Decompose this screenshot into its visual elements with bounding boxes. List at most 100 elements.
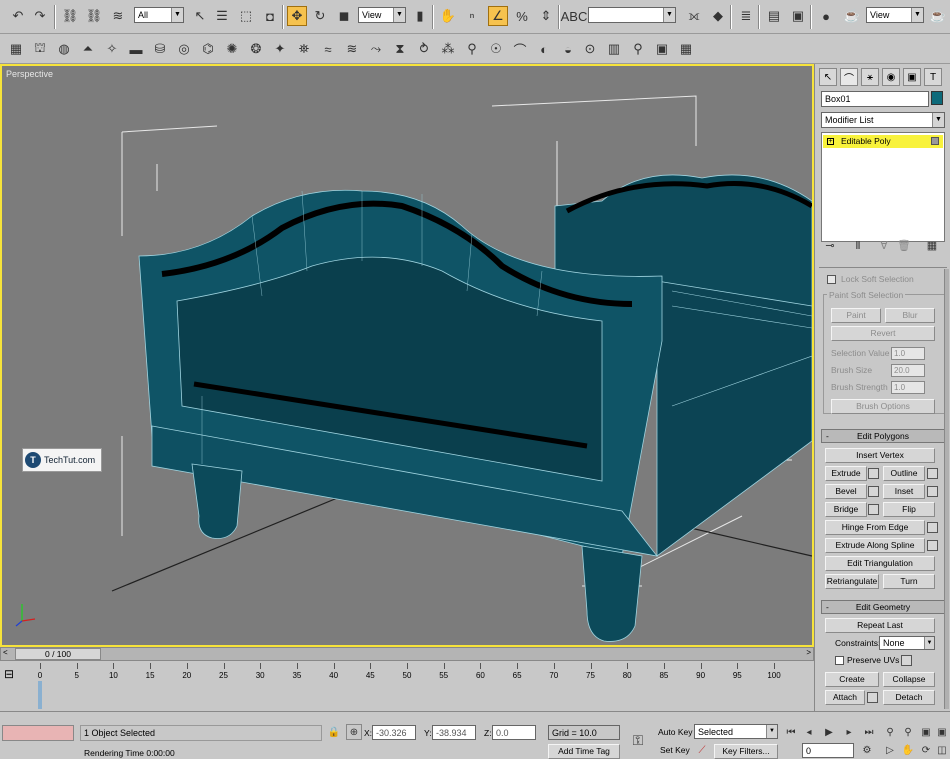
outline-settings-icon[interactable] bbox=[927, 468, 938, 479]
zoom-all-icon[interactable]: ⚲ bbox=[900, 724, 916, 740]
display-tab-icon[interactable]: ▣ bbox=[903, 68, 921, 86]
zoom-extents-all-icon[interactable]: ▣ bbox=[934, 724, 950, 740]
sphere-icon[interactable]: ◍ bbox=[54, 39, 74, 59]
edit-named-selection-icon[interactable]: ABC bbox=[561, 6, 588, 26]
bind-space-warp-icon[interactable]: ≋ bbox=[108, 6, 128, 26]
track-bar-icon[interactable]: ⊟ bbox=[4, 667, 24, 683]
paint-button[interactable]: Paint bbox=[831, 308, 881, 323]
snap-toggle-icon[interactable]: ⁿ bbox=[462, 6, 482, 26]
brush-size-input[interactable]: 20.0 bbox=[891, 364, 925, 377]
spotlight-icon[interactable]: ⛯ bbox=[294, 39, 314, 59]
bridge-settings-icon[interactable] bbox=[868, 504, 879, 515]
bevel-settings-icon[interactable] bbox=[868, 486, 879, 497]
key-mode-dropdown[interactable]: Selected ▼ bbox=[694, 724, 778, 739]
material-icon[interactable]: ◐ bbox=[534, 39, 554, 59]
star-icon[interactable]: ✧ bbox=[102, 39, 122, 59]
teapot-icon[interactable]: ⛫ bbox=[30, 39, 50, 59]
preserve-uvs-checkbox[interactable] bbox=[835, 656, 844, 665]
hinge-settings-icon[interactable] bbox=[927, 522, 938, 533]
bevel-button[interactable]: Bevel bbox=[825, 484, 867, 499]
named-selection-sets-dropdown[interactable]: ▼ bbox=[588, 7, 676, 23]
constraints-dropdown[interactable]: None ▼ bbox=[879, 636, 935, 650]
inset-settings-icon[interactable] bbox=[927, 486, 938, 497]
stack-toggle-icon[interactable] bbox=[931, 137, 939, 145]
extrude-along-spline-button[interactable]: Extrude Along Spline bbox=[825, 538, 925, 553]
extrude-spline-settings-icon[interactable] bbox=[927, 540, 938, 551]
quick-render-icon[interactable]: ☕ bbox=[928, 6, 948, 26]
hierarchy-tab-icon[interactable]: ⚹ bbox=[861, 68, 879, 86]
brush-strength-input[interactable]: 1.0 bbox=[891, 381, 925, 394]
plane-icon[interactable]: ▬ bbox=[126, 39, 146, 59]
z-coordinate-input[interactable]: 0.0 bbox=[492, 725, 536, 740]
physique-icon[interactable]: ☉ bbox=[486, 39, 506, 59]
cone-icon[interactable]: ⏶ bbox=[78, 39, 98, 59]
create-button[interactable]: Create bbox=[825, 672, 879, 687]
noise-icon[interactable]: ⁂ bbox=[438, 39, 458, 59]
render-scene-icon[interactable]: ☕ bbox=[842, 6, 862, 26]
bend-icon[interactable]: ⤳ bbox=[366, 39, 386, 59]
perspective-viewport[interactable]: Perspective T TechTut.com bbox=[0, 64, 814, 647]
selection-filter-dropdown[interactable]: All ▼ bbox=[134, 7, 184, 23]
tube-icon[interactable]: ◎ bbox=[174, 39, 194, 59]
key-filters-button[interactable]: Key Filters... bbox=[714, 744, 778, 759]
percent-snap-icon[interactable]: % bbox=[512, 6, 532, 26]
object-color-swatch[interactable] bbox=[931, 91, 943, 105]
extrude-settings-icon[interactable] bbox=[868, 468, 879, 479]
revert-button[interactable]: Revert bbox=[831, 326, 935, 341]
create-tab-icon[interactable]: ↖ bbox=[819, 68, 837, 86]
zoom-viewport-icon[interactable]: ⚲ bbox=[882, 724, 898, 740]
torus-knot-icon[interactable]: ✺ bbox=[222, 39, 242, 59]
panel-scrollbar[interactable] bbox=[944, 269, 949, 709]
pivot-center-icon[interactable]: ▮ bbox=[410, 6, 430, 26]
stack-item-editable-poly[interactable]: + Editable Poly bbox=[823, 135, 943, 148]
bone-icon[interactable]: ⚲ bbox=[462, 39, 482, 59]
pin-stack-icon[interactable]: ⊸ bbox=[821, 236, 839, 254]
selection-value-input[interactable]: 1.0 bbox=[891, 347, 925, 360]
edit-geometry-rollout[interactable]: - Edit Geometry bbox=[821, 600, 945, 614]
go-to-end-icon[interactable]: ⏭ bbox=[860, 724, 878, 740]
maxscript-listener[interactable] bbox=[2, 725, 74, 741]
modifier-list-dropdown[interactable]: Modifier List ▼ bbox=[821, 112, 945, 128]
extrude-button[interactable]: Extrude bbox=[825, 466, 867, 481]
time-slider[interactable]: < 0 / 100 > bbox=[0, 647, 814, 661]
window-crossing-icon[interactable]: ◘ bbox=[260, 6, 280, 26]
cylinder-icon[interactable]: ⛁ bbox=[150, 39, 170, 59]
select-by-name-icon[interactable]: ☰ bbox=[212, 6, 232, 26]
set-key-label[interactable]: Set Key bbox=[660, 745, 690, 755]
lock-soft-selection-checkbox[interactable] bbox=[827, 275, 836, 284]
next-frame-icon[interactable]: ▸ bbox=[840, 724, 858, 740]
preserve-uvs-settings-icon[interactable] bbox=[901, 655, 912, 666]
time-slider-thumb[interactable]: 0 / 100 bbox=[15, 648, 101, 660]
insert-vertex-button[interactable]: Insert Vertex bbox=[825, 448, 935, 463]
show-end-result-icon[interactable]: Ⅱ bbox=[849, 236, 867, 254]
box-icon[interactable]: ▦ bbox=[6, 39, 26, 59]
helix-icon[interactable]: ⌬ bbox=[198, 39, 218, 59]
track-bar[interactable]: ⊟ 0 5 10 15 20 25 30 35 40 45 50 55 60 65 70 75 80 85 90 95… bbox=[0, 663, 814, 711]
render-type-dropdown[interactable]: View ▼ bbox=[866, 7, 924, 23]
map-icon[interactable]: ◒ bbox=[558, 39, 578, 59]
time-config-icon[interactable]: ⚙ bbox=[858, 742, 876, 758]
collapse-button[interactable]: Collapse bbox=[883, 672, 935, 687]
retriangulate-button[interactable]: Retriangulate bbox=[825, 574, 879, 589]
turn-button[interactable]: Turn bbox=[883, 574, 935, 589]
hinge-from-edge-button[interactable]: Hinge From Edge bbox=[825, 520, 925, 535]
select-and-scale-icon[interactable]: ◼ bbox=[334, 6, 354, 26]
motion-tab-icon[interactable]: ◉ bbox=[882, 68, 900, 86]
film-icon[interactable]: ▦ bbox=[676, 39, 696, 59]
undo-icon[interactable]: ↶ bbox=[8, 6, 28, 26]
maximize-viewport-icon[interactable]: ◫ bbox=[934, 742, 950, 758]
wave-icon[interactable]: ≈ bbox=[318, 39, 338, 59]
previous-frame-icon[interactable]: ◂ bbox=[800, 724, 818, 740]
lock-selection-icon[interactable]: 🔒 bbox=[326, 724, 342, 740]
align-icon[interactable]: ◆ bbox=[708, 6, 728, 26]
spinner-snap-icon[interactable]: ⇕ bbox=[536, 6, 556, 26]
select-and-move-icon[interactable]: ✥ bbox=[287, 6, 307, 26]
edit-triangulation-button[interactable]: Edit Triangulation bbox=[825, 556, 935, 571]
rectangular-selection-icon[interactable]: ⬚ bbox=[236, 6, 256, 26]
current-frame-input[interactable]: 0 bbox=[802, 743, 854, 758]
repeat-last-button[interactable]: Repeat Last bbox=[825, 618, 935, 633]
expand-icon[interactable]: + bbox=[827, 138, 834, 145]
material-editor-icon[interactable]: ● bbox=[816, 6, 836, 26]
go-to-start-icon[interactable]: ⏮ bbox=[782, 724, 800, 740]
flip-button[interactable]: Flip bbox=[883, 502, 935, 517]
